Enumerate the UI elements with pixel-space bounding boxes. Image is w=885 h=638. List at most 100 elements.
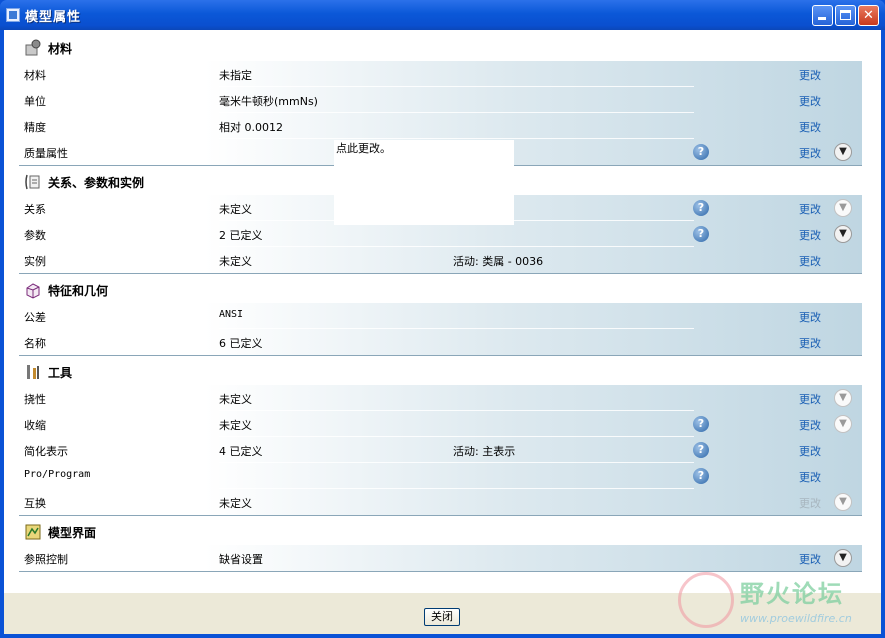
change-link[interactable]: 更改 [799, 201, 821, 217]
watermark-url: www.proewildfire.cn [740, 612, 852, 625]
property-value: 4 已定义 [219, 445, 263, 458]
change-link[interactable]: 更改 [799, 417, 821, 433]
property-row: 挠性 未定义 更改 ▼ [19, 385, 862, 411]
property-value: 未定义 [219, 255, 252, 268]
section-title: 特征和几何 [48, 284, 109, 298]
change-link[interactable]: 更改 [799, 253, 821, 269]
change-link[interactable]: 更改 [799, 119, 821, 135]
watermark-text: 野火论坛 [740, 580, 844, 608]
property-row: 精度 相对 0.0012 更改 [19, 113, 862, 139]
help-icon[interactable]: ? [693, 468, 709, 484]
chevron-down-icon[interactable]: ▼ [834, 225, 852, 243]
property-value: 2 已定义 [219, 229, 263, 242]
properties-panel: 材料 材料 未指定 更改 单位 毫米牛顿秒(mmNs) 更改 精度 相对 0.0012 更改 质量属… [4, 30, 881, 593]
chevron-down-icon[interactable]: ▼ [834, 143, 852, 161]
title-bar[interactable]: 模型属性 ✕ [0, 0, 885, 30]
window-app-icon [6, 8, 20, 22]
change-link[interactable]: 更改 [799, 551, 821, 567]
change-link[interactable]: 更改 [799, 309, 821, 325]
section-title: 关系、参数和实例 [48, 176, 145, 190]
property-label: 参照控制 [24, 553, 68, 566]
property-row: Pro/Program? 更改 [19, 463, 862, 489]
property-row: 收缩 未定义? 更改 ▼ [19, 411, 862, 437]
section-header: 模型界面 [19, 519, 862, 545]
property-label: 精度 [24, 121, 46, 134]
section-header: 特征和几何 [19, 277, 862, 303]
help-icon[interactable]: ? [693, 416, 709, 432]
window-title: 模型属性 [25, 10, 82, 25]
row-background [19, 87, 862, 113]
property-value: 未定义 [219, 497, 252, 510]
change-link[interactable]: 更改 [799, 67, 821, 83]
chevron-down-icon[interactable]: ▼ [834, 199, 852, 217]
property-label: 单位 [24, 95, 46, 108]
property-label: 材料 [24, 69, 46, 82]
row-background [19, 303, 862, 329]
callout-box: 点此更改。 [334, 140, 514, 225]
property-label: 质量属性 [24, 147, 68, 160]
watermark: 野火论坛 www.proewildfire.cn [670, 568, 860, 636]
property-value: 6 已定义 [219, 337, 263, 350]
property-label: 简化表示 [24, 445, 68, 458]
row-background [19, 247, 862, 273]
property-active-status: 活动: 类属 - 0036 [453, 255, 544, 268]
property-label: 挠性 [24, 393, 46, 406]
property-row: 互换 未定义 更改 ▼ [19, 489, 862, 515]
chevron-down-icon[interactable]: ▼ [834, 549, 852, 567]
relations-icon [24, 173, 42, 191]
tools-icon [24, 363, 42, 381]
property-label: 互换 [24, 497, 46, 510]
property-row: 单位 毫米牛顿秒(mmNs) 更改 [19, 87, 862, 113]
callout-text: 点此更改。 [336, 142, 391, 155]
row-background [19, 437, 862, 463]
change-link[interactable]: 更改 [799, 335, 821, 351]
property-active-status: 活动: 主表示 [453, 445, 516, 458]
section-divider [19, 515, 862, 516]
property-value: 未定义 [219, 393, 252, 406]
change-link[interactable]: 更改 [799, 227, 821, 243]
change-link[interactable]: 更改 [799, 495, 821, 511]
property-label: Pro/Program [24, 469, 91, 480]
property-row: 实例 未定义 活动: 类属 - 0036 更改 [19, 247, 862, 273]
minimize-button[interactable] [812, 5, 833, 26]
material-icon [24, 39, 42, 57]
change-link[interactable]: 更改 [799, 469, 821, 485]
features-icon [24, 281, 42, 299]
section-title: 模型界面 [48, 526, 97, 540]
change-link[interactable]: 更改 [799, 93, 821, 109]
chevron-down-icon[interactable]: ▼ [834, 389, 852, 407]
change-link[interactable]: 更改 [799, 443, 821, 459]
help-icon[interactable]: ? [693, 144, 709, 160]
row-background [19, 61, 862, 87]
row-background [19, 463, 862, 489]
property-row: 材料 未指定 更改 [19, 61, 862, 87]
property-label: 关系 [24, 203, 46, 216]
close-window-button[interactable]: ✕ [858, 5, 879, 26]
property-value: ANSI [219, 309, 244, 320]
section-header: 工具 [19, 359, 862, 385]
property-value: 未定义 [219, 419, 252, 432]
property-value: 缺省设置 [219, 553, 263, 566]
row-background [19, 411, 862, 437]
section-divider [19, 273, 862, 274]
watermark-logo-icon [678, 572, 734, 628]
section-title: 材料 [48, 42, 73, 56]
row-background [19, 329, 862, 355]
chevron-down-icon[interactable]: ▼ [834, 415, 852, 433]
section-header: 材料 [19, 35, 862, 61]
property-value: 相对 0.0012 [219, 121, 283, 134]
change-link[interactable]: 更改 [799, 391, 821, 407]
property-row: 公差 ANSI 更改 [19, 303, 862, 329]
help-icon[interactable]: ? [693, 200, 709, 216]
maximize-button[interactable] [835, 5, 856, 26]
close-button[interactable]: 关闭 [424, 608, 460, 626]
section-divider [19, 355, 862, 356]
property-label: 公差 [24, 311, 46, 324]
property-label: 实例 [24, 255, 46, 268]
chevron-down-icon[interactable]: ▼ [834, 493, 852, 511]
property-label: 收缩 [24, 419, 46, 432]
change-link[interactable]: 更改 [799, 145, 821, 161]
property-value: 未定义 [219, 203, 252, 216]
help-icon[interactable]: ? [693, 442, 709, 458]
help-icon[interactable]: ? [693, 226, 709, 242]
